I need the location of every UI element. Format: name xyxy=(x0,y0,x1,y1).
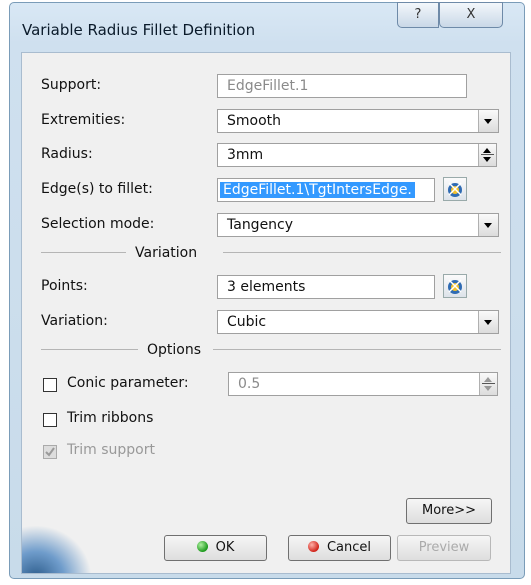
ok-button[interactable]: OK xyxy=(164,535,267,561)
close-button[interactable]: X xyxy=(439,2,503,28)
corner-decoration xyxy=(22,525,92,573)
selection-list-icon xyxy=(448,182,462,197)
trim-support-checkbox xyxy=(43,445,57,459)
points-selector-button[interactable] xyxy=(443,274,467,298)
ok-icon xyxy=(196,541,208,552)
points-field[interactable]: 3 elements xyxy=(217,275,435,299)
dialog-body: Support: EdgeFillet.1 Extremities: Smoot… xyxy=(21,52,511,574)
edges-value: EdgeFillet.1\TgtIntersEdge. xyxy=(220,182,415,198)
points-label: Points: xyxy=(41,278,88,294)
chevron-down-icon[interactable] xyxy=(478,311,498,333)
checkmark-icon xyxy=(45,447,55,457)
title-bar: Variable Radius Fillet Definition ? X xyxy=(10,2,524,55)
more-button[interactable]: More>> xyxy=(406,498,492,524)
variation-separator: Variation xyxy=(41,245,501,261)
variation-section-title: Variation xyxy=(135,245,198,261)
variation-label: Variation: xyxy=(41,313,108,329)
radius-spinner[interactable]: 3mm xyxy=(217,143,497,167)
edges-field[interactable]: EdgeFillet.1\TgtIntersEdge. xyxy=(217,178,435,202)
dialog-title: Variable Radius Fillet Definition xyxy=(22,21,256,39)
extremities-label: Extremities: xyxy=(41,112,126,128)
trim-ribbons-label: Trim ribbons xyxy=(67,410,154,426)
options-section-title: Options xyxy=(147,342,202,358)
close-icon: X xyxy=(466,7,476,22)
spin-arrows-icon[interactable] xyxy=(478,144,496,166)
trim-ribbons-checkbox[interactable] xyxy=(43,413,57,427)
preview-button: Preview xyxy=(397,535,491,561)
extremities-value: Smooth xyxy=(227,113,282,129)
selection-mode-dropdown[interactable]: Tangency xyxy=(217,213,499,237)
conic-parameter-spinner: 0.5 xyxy=(228,372,498,396)
edges-label: Edge(s) to fillet: xyxy=(41,181,153,197)
trim-support-label: Trim support xyxy=(67,442,155,458)
selection-mode-value: Tangency xyxy=(227,217,294,233)
cancel-icon xyxy=(307,541,319,552)
cancel-button[interactable]: Cancel xyxy=(288,535,391,561)
chevron-down-icon[interactable] xyxy=(478,214,498,236)
help-icon: ? xyxy=(414,7,422,22)
conic-parameter-label: Conic parameter: xyxy=(67,375,189,391)
radius-value: 3mm xyxy=(227,147,264,163)
selection-list-icon xyxy=(448,279,462,294)
ok-button-label: OK xyxy=(215,540,235,555)
support-label: Support: xyxy=(41,77,102,93)
help-button[interactable]: ? xyxy=(397,2,439,28)
extremities-dropdown[interactable]: Smooth xyxy=(217,109,499,133)
conic-parameter-checkbox[interactable] xyxy=(43,378,57,392)
options-separator: Options xyxy=(41,342,501,358)
chevron-down-icon[interactable] xyxy=(478,110,498,132)
cancel-button-label: Cancel xyxy=(326,540,372,555)
conic-parameter-value: 0.5 xyxy=(238,376,261,392)
dialog-window: Variable Radius Fillet Definition ? X Su… xyxy=(9,2,525,579)
support-field: EdgeFillet.1 xyxy=(217,74,467,98)
variation-dropdown[interactable]: Cubic xyxy=(217,310,499,334)
radius-label: Radius: xyxy=(41,146,93,162)
spin-arrows-icon xyxy=(479,373,497,395)
selection-mode-label: Selection mode: xyxy=(41,216,155,232)
variation-value: Cubic xyxy=(227,314,267,330)
edge-selector-button[interactable] xyxy=(443,177,467,201)
